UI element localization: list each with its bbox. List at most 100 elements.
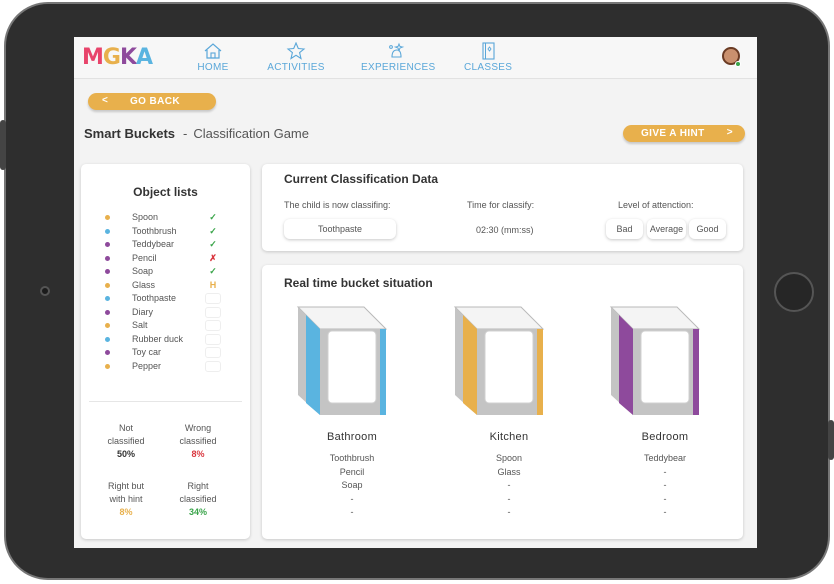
status-badge: H: [209, 279, 217, 290]
chevron-left-icon: <: [102, 95, 109, 106]
bullet-dot-icon: [105, 296, 110, 301]
title-separator: -: [183, 126, 188, 141]
stat-right-classified: Right classified 34%: [163, 480, 233, 519]
object-name: Toothbrush: [132, 225, 177, 236]
divider: [89, 401, 242, 402]
bullet-dot-icon: [105, 336, 110, 342]
attention-good-button[interactable]: Good: [689, 219, 726, 239]
list-item: Pepper: [105, 360, 225, 375]
list-item: Soap: [341, 480, 363, 490]
bullet-dot-icon: [105, 363, 110, 369]
list-item: -: [507, 493, 511, 504]
nav-home-label: HOME: [197, 62, 229, 73]
attention-bad-button[interactable]: Bad: [606, 219, 643, 239]
nav-experiences[interactable]: EXPERIENCES: [361, 42, 435, 73]
stat-label: Not: [118, 423, 133, 433]
stat-value: 50%: [116, 449, 135, 459]
bucket-icon: [296, 306, 388, 415]
stat-value: 8%: [191, 449, 205, 459]
bucket-kitchen: Kitchen Spoon Glass - - -: [449, 305, 569, 517]
list-item: Diary: [105, 306, 225, 321]
status-badge: ✗: [209, 252, 217, 263]
time-value: 02:30 (mm:ss): [476, 225, 534, 235]
bullet-dot-icon: [105, 215, 110, 220]
bucket-situation-card: Real time bucket situation Bathroom Tooth…: [262, 265, 743, 539]
now-classifying-label: The child is now classifing:: [284, 200, 391, 210]
logo[interactable]: MGKA: [82, 45, 153, 70]
list-item: Pencil: [339, 466, 365, 477]
current-classification-title: Current Classification Data: [284, 172, 439, 186]
list-item: -: [507, 480, 511, 490]
game-name: Smart Buckets: [84, 126, 176, 141]
list-item: Soap ✓: [105, 266, 225, 280]
nav-classes-label: CLASSES: [464, 62, 513, 73]
object-name: Teddybear: [132, 239, 175, 249]
status-badge: ✓: [209, 239, 217, 249]
camera-icon: [40, 286, 50, 296]
object-name: Toy car: [132, 347, 162, 357]
nav-classes[interactable]: CLASSES: [464, 42, 512, 73]
tablet-frame: MGKA HOME ACTIVITIES EXPERIENCES CLASSES: [0, 0, 834, 584]
list-item: -: [350, 507, 354, 517]
bullet-dot-icon: [105, 323, 110, 328]
sparkles-icon: [389, 42, 405, 58]
nav-home[interactable]: HOME: [192, 42, 234, 73]
bullet-dot-icon: [105, 255, 110, 261]
object-name: Spoon: [132, 212, 159, 222]
status-badge: ✓: [209, 225, 217, 236]
nav-activities[interactable]: ACTIVITIES: [266, 42, 326, 73]
bucket-items: Teddybear - - - -: [605, 452, 725, 520]
status-badge: [205, 320, 221, 331]
status-badge: ✓: [209, 266, 217, 276]
bullet-dot-icon: [105, 282, 110, 288]
logo-letter-k: K: [119, 45, 137, 70]
home-button[interactable]: [774, 272, 814, 312]
status-badge: [205, 347, 221, 358]
list-item: Salt: [105, 320, 225, 334]
give-hint-label: GIVE A HINT: [641, 128, 705, 139]
object-name: Salt: [132, 320, 148, 330]
list-item: Toy car: [105, 347, 225, 361]
list-item: Glass: [497, 466, 521, 477]
bucket-bathroom: Bathroom Toothbrush Pencil Soap - -: [292, 305, 412, 517]
object-name: Rubber duck: [132, 333, 184, 344]
volume-button: [0, 120, 6, 170]
list-item: Teddybear ✓: [105, 239, 225, 253]
app-screen: MGKA HOME ACTIVITIES EXPERIENCES CLASSES: [74, 37, 757, 548]
status-badge: ✓: [209, 212, 217, 222]
bullet-dot-icon: [105, 350, 110, 355]
object-name: Diary: [132, 306, 154, 317]
give-hint-button[interactable]: GIVE A HINT >: [623, 125, 745, 142]
logo-letter-a: A: [136, 45, 153, 70]
bucket-items: Toothbrush Pencil Soap - -: [292, 452, 412, 520]
list-item: Spoon: [495, 453, 523, 463]
bullet-dot-icon: [105, 309, 110, 315]
stat-value: 8%: [119, 507, 133, 517]
logo-letter-m: M: [82, 45, 104, 70]
object-lists-card: Object lists Spoon ✓ Toothbrush ✓ Teddybear ✓…: [81, 164, 250, 539]
list-item: -: [507, 507, 511, 517]
stat-right-with-hint: Right but with hint 8%: [91, 480, 161, 519]
stat-wrong-classified: Wrong classified 8%: [163, 422, 233, 461]
bucket-situation-title: Real time bucket situation: [284, 276, 433, 290]
list-item: Toothpaste: [105, 293, 225, 307]
logo-letter-g: G: [102, 45, 121, 70]
object-list: Spoon ✓ Toothbrush ✓ Teddybear ✓ Pencil ✗ Soap ✓ G…: [105, 212, 225, 374]
object-name: Toothpaste: [132, 293, 177, 303]
list-item: -: [663, 507, 667, 517]
go-back-button[interactable]: < GO BACK: [88, 93, 216, 110]
nav-activities-label: ACTIVITIES: [267, 62, 325, 73]
attention-label: Level of attenction:: [618, 200, 694, 210]
side-button: [828, 420, 834, 460]
list-item: Rubber duck: [105, 333, 225, 348]
bucket-name: Kitchen: [489, 431, 529, 443]
list-item: Pencil ✗: [105, 253, 225, 267]
status-badge: [205, 306, 221, 318]
object-lists-title: Object lists: [133, 185, 198, 199]
stat-label: classified: [179, 494, 217, 504]
now-classifying-value: Toothpaste: [284, 219, 396, 239]
stat-label: Right but: [107, 481, 145, 491]
attention-average-button[interactable]: Average: [647, 219, 686, 239]
list-item: Toothbrush: [329, 453, 375, 463]
home-icon: [204, 43, 222, 59]
